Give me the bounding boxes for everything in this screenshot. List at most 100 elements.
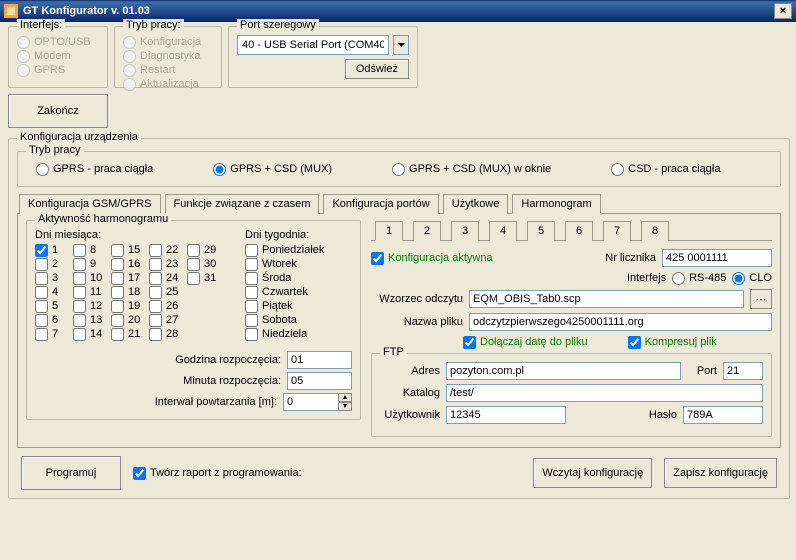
wczytaj-button[interactable]: Wczytaj konfigurację xyxy=(533,458,652,488)
day-16[interactable]: 16 xyxy=(111,257,145,271)
nr-input[interactable] xyxy=(662,249,772,267)
radio-csd-ciagla[interactable]: CSD - praca ciągła xyxy=(611,162,720,176)
radio-aktualizacja[interactable]: Aktualizacja xyxy=(123,77,213,91)
tab-czas[interactable]: Funkcje związane z czasem xyxy=(165,194,320,214)
interfejs-label: Interfejs xyxy=(627,272,666,284)
dow-nd[interactable]: Niedziela xyxy=(245,327,324,341)
close-button[interactable]: × xyxy=(774,3,792,19)
dow-pt[interactable]: Piątek xyxy=(245,299,324,313)
dow-sb[interactable]: Sobota xyxy=(245,313,324,327)
ftp-katalog-input[interactable] xyxy=(446,384,763,402)
interw-input[interactable] xyxy=(283,393,338,411)
day-blank xyxy=(187,327,221,341)
wzorzec-label: Wzorzec odczytu xyxy=(371,293,463,305)
day-5[interactable]: 5 xyxy=(35,299,69,313)
subtab-2[interactable]: 2 xyxy=(413,221,441,241)
programuj-button[interactable]: Programuj xyxy=(21,456,121,490)
subtab-6[interactable]: 6 xyxy=(565,221,593,241)
dow-sr[interactable]: Środa xyxy=(245,271,324,285)
day-21[interactable]: 21 xyxy=(111,327,145,341)
zakoncz-button[interactable]: Zakończ xyxy=(8,94,108,128)
radio-modem[interactable]: Modem xyxy=(17,49,99,63)
day-6[interactable]: 6 xyxy=(35,313,69,327)
interfejs-group: Interfejs: OPTO/USB Modem GPRS xyxy=(8,26,108,88)
ftp-adres-input[interactable] xyxy=(446,362,681,380)
day-18[interactable]: 18 xyxy=(111,285,145,299)
nr-label: Nr licznika xyxy=(605,252,656,264)
browse-button[interactable]: ⋯ xyxy=(750,289,772,309)
day-31[interactable]: 31 xyxy=(187,271,221,285)
day-28[interactable]: 28 xyxy=(149,327,183,341)
zapisz-button[interactable]: Zapisz konfigurację xyxy=(664,458,777,488)
day-26[interactable]: 26 xyxy=(149,299,183,313)
ftp-user-input[interactable] xyxy=(446,406,566,424)
day-3[interactable]: 3 xyxy=(35,271,69,285)
day-2[interactable]: 2 xyxy=(35,257,69,271)
chk-aktywna[interactable]: Konfiguracja aktywna xyxy=(371,251,493,265)
day-15[interactable]: 15 xyxy=(111,243,145,257)
radio-gprs-ciagla[interactable]: GPRS - praca ciągła xyxy=(36,162,153,176)
ftp-haslo-input[interactable] xyxy=(683,406,763,424)
radio-restart[interactable]: Restart xyxy=(123,63,213,77)
tab-uzytkowe[interactable]: Użytkowe xyxy=(443,194,509,214)
port-combo-dropdown[interactable] xyxy=(393,35,409,55)
day-14[interactable]: 14 xyxy=(73,327,107,341)
day-30[interactable]: 30 xyxy=(187,257,221,271)
ftp-adres-label: Adres xyxy=(380,365,440,377)
chk-raport[interactable]: Twórz raport z programowania: xyxy=(133,466,302,480)
day-22[interactable]: 22 xyxy=(149,243,183,257)
day-23[interactable]: 23 xyxy=(149,257,183,271)
subtab-8[interactable]: 8 xyxy=(641,221,669,241)
day-of-month-grid: 1815222929162330310172431411182551219266… xyxy=(35,243,221,341)
subtab-5[interactable]: 5 xyxy=(527,221,555,241)
godz-input[interactable] xyxy=(287,351,352,369)
dow-wt[interactable]: Wtorek xyxy=(245,257,324,271)
subtab-1[interactable]: 1 xyxy=(375,221,403,241)
min-input[interactable] xyxy=(287,372,352,390)
subtab-4[interactable]: 4 xyxy=(489,221,517,241)
refresh-button[interactable]: Odśwież xyxy=(345,59,409,79)
radio-opto[interactable]: OPTO/USB xyxy=(17,35,99,49)
tab-gsm[interactable]: Konfiguracja GSM/GPRS xyxy=(19,194,161,214)
chk-date[interactable]: Dołączaj datę do pliku xyxy=(463,335,588,349)
radio-rs485[interactable]: RS-485 xyxy=(672,271,726,285)
spin-up[interactable]: ▲ xyxy=(338,393,352,402)
radio-gprs[interactable]: GPRS xyxy=(17,63,99,77)
radio-gprs-csd-mux[interactable]: GPRS + CSD (MUX) xyxy=(213,162,332,176)
day-13[interactable]: 13 xyxy=(73,313,107,327)
day-4[interactable]: 4 xyxy=(35,285,69,299)
port-combo[interactable] xyxy=(237,35,389,55)
day-20[interactable]: 20 xyxy=(111,313,145,327)
day-blank xyxy=(187,299,221,313)
day-25[interactable]: 25 xyxy=(149,285,183,299)
radio-clo[interactable]: CLO xyxy=(732,271,772,285)
tab-harmonogram[interactable]: Harmonogram xyxy=(512,194,600,214)
day-8[interactable]: 8 xyxy=(73,243,107,257)
day-19[interactable]: 19 xyxy=(111,299,145,313)
subtab-3[interactable]: 3 xyxy=(451,221,479,241)
day-29[interactable]: 29 xyxy=(187,243,221,257)
tab-porty[interactable]: Konfiguracja portów xyxy=(323,194,438,214)
day-17[interactable]: 17 xyxy=(111,271,145,285)
day-11[interactable]: 11 xyxy=(73,285,107,299)
day-12[interactable]: 12 xyxy=(73,299,107,313)
day-7[interactable]: 7 xyxy=(35,327,69,341)
akt-group: Aktywność harmonogramu Dni miesiąca: 181… xyxy=(26,220,361,420)
day-1[interactable]: 1 xyxy=(35,243,69,257)
subtab-7[interactable]: 7 xyxy=(603,221,631,241)
ftp-port-input[interactable] xyxy=(723,362,763,380)
dow-pon[interactable]: Poniedziałek xyxy=(245,243,324,257)
radio-diagnostyka[interactable]: Diagnostyka xyxy=(123,49,213,63)
day-10[interactable]: 10 xyxy=(73,271,107,285)
dni-miesiaca-label: Dni miesiąca: xyxy=(35,229,221,241)
day-27[interactable]: 27 xyxy=(149,313,183,327)
wzorzec-input[interactable] xyxy=(469,290,744,308)
day-24[interactable]: 24 xyxy=(149,271,183,285)
radio-konfiguracja[interactable]: Konfiguracja xyxy=(123,35,213,49)
day-9[interactable]: 9 xyxy=(73,257,107,271)
spin-down[interactable]: ▼ xyxy=(338,402,352,411)
nazwa-input[interactable] xyxy=(469,313,772,331)
radio-gprs-csd-okno[interactable]: GPRS + CSD (MUX) w oknie xyxy=(392,162,551,176)
dow-cz[interactable]: Czwartek xyxy=(245,285,324,299)
chk-compress[interactable]: Kompresuj plik xyxy=(628,335,717,349)
